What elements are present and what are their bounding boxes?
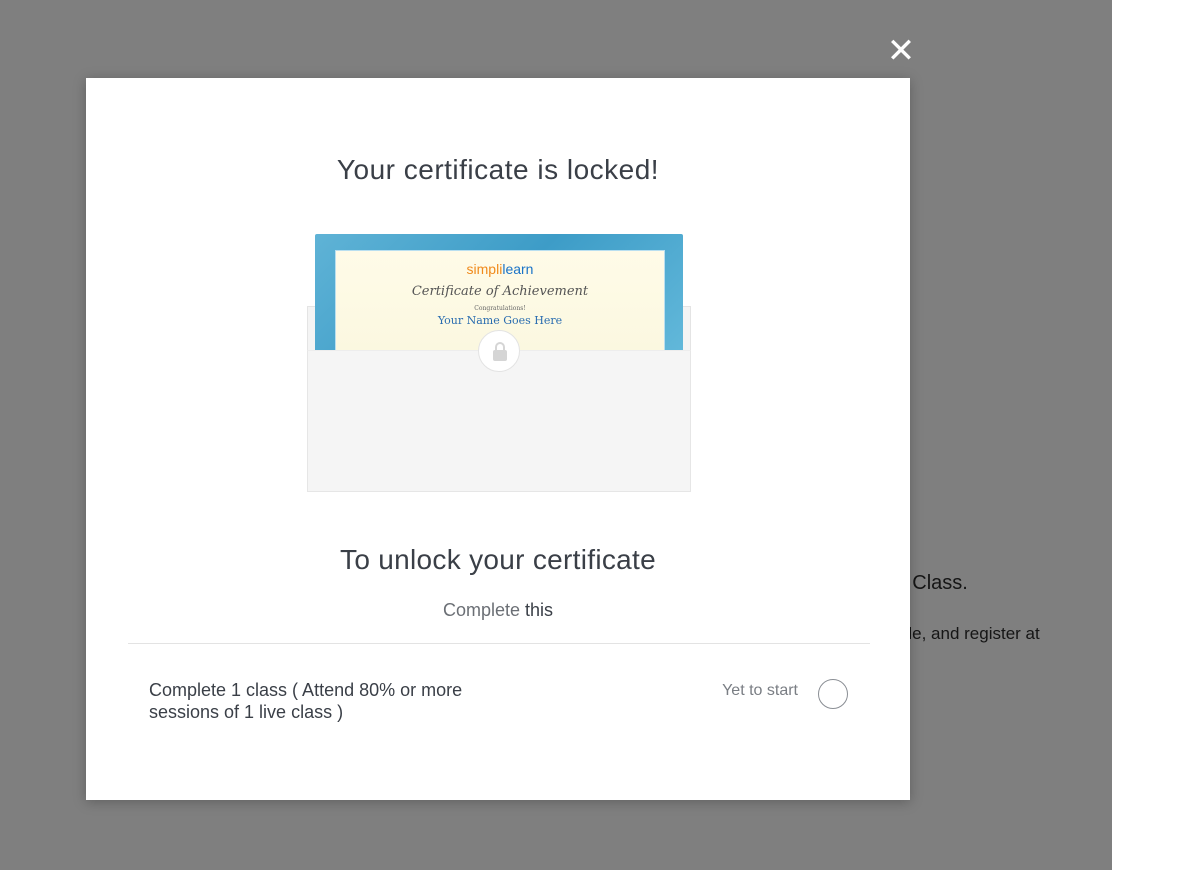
requirement-status: Yet to start [722, 682, 798, 699]
modal-title: Your certificate is locked! [336, 154, 660, 185]
divider [128, 643, 870, 644]
status-circle-icon [818, 679, 848, 709]
certificate-name: Your Name Goes Here [437, 314, 563, 327]
logo-learn: learn [502, 261, 534, 277]
certificate-illustration: simplilearn Certificate of Achievement C… [307, 232, 691, 494]
complete-emphasis: this [525, 600, 554, 620]
unlock-title: To unlock your certificate [340, 544, 656, 575]
lock-icon [478, 330, 520, 372]
certificate-modal: Your certificate is locked! simplilearn … [86, 78, 910, 800]
close-icon[interactable]: ✕ [884, 34, 918, 68]
complete-prefix: Complete [442, 600, 520, 620]
logo-simpl: simpl [466, 261, 500, 277]
complete-instruction: Complete this [86, 600, 910, 621]
requirement-text: Complete 1 class ( Attend 80% or more se… [149, 680, 463, 722]
certificate-congrats: Congratulations! [474, 305, 526, 312]
lock-body [493, 350, 507, 361]
certificate-logo: simplilearn [336, 261, 664, 277]
certificate-heading: Certificate of Achievement [411, 284, 589, 299]
